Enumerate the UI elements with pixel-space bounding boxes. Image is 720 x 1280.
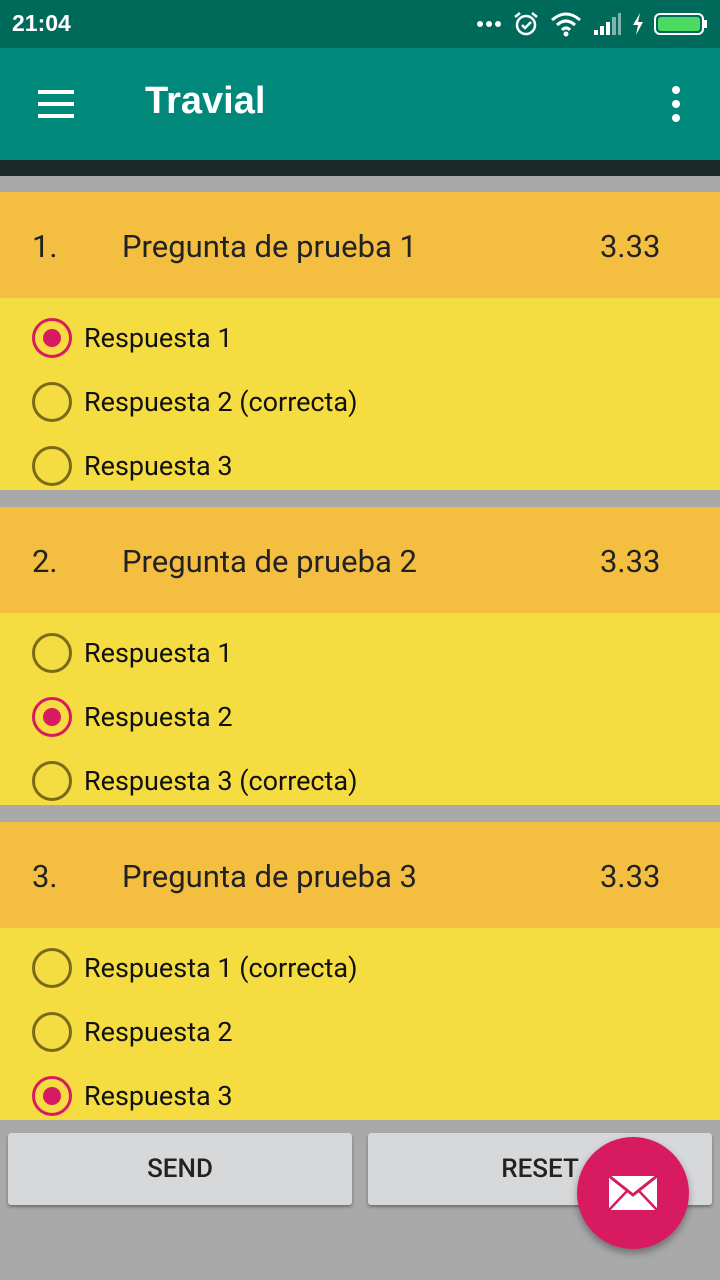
radio-button[interactable] [32, 761, 72, 801]
answer-option[interactable]: Respuesta 1 [0, 306, 720, 370]
answer-label[interactable]: Respuesta 1 (correcta) [84, 952, 357, 984]
answer-label[interactable]: Respuesta 3 [84, 1080, 233, 1112]
app-title: Travial [145, 80, 266, 122]
answer-option[interactable]: Respuesta 2 [0, 1000, 720, 1064]
menu-icon[interactable] [36, 84, 76, 124]
question-number: 3. [32, 858, 58, 895]
question-options: Respuesta 1 (correcta) Respuesta 2 Respu… [0, 928, 720, 1120]
question-options: Respuesta 1 Respuesta 2 Respuesta 3 (cor… [0, 613, 720, 805]
charging-icon [633, 13, 643, 35]
question-number: 1. [32, 228, 58, 265]
question-header: 3. Pregunta de prueba 3 3.33 [0, 822, 720, 928]
question-options: Respuesta 1 Respuesta 2 (correcta) Respu… [0, 298, 720, 490]
radio-button[interactable] [32, 1012, 72, 1052]
app-bar: Travial [0, 48, 720, 160]
answer-label[interactable]: Respuesta 1 [84, 637, 233, 669]
answer-option[interactable]: Respuesta 3 (correcta) [0, 749, 720, 813]
question-text: Pregunta de prueba 3 [122, 858, 417, 895]
more-options-icon[interactable] [664, 84, 688, 124]
question-card-1: 1. Pregunta de prueba 1 3.33 Respuesta 1… [0, 192, 720, 490]
question-score: 3.33 [600, 228, 661, 265]
question-number: 2. [32, 543, 58, 580]
question-text: Pregunta de prueba 1 [122, 228, 417, 265]
radio-button[interactable] [32, 633, 72, 673]
answer-label[interactable]: Respuesta 3 [84, 450, 233, 482]
radio-button[interactable] [32, 1076, 72, 1116]
answer-option[interactable]: Respuesta 1 (correcta) [0, 936, 720, 1000]
status-bar: 21:04 [0, 0, 720, 48]
answer-option[interactable]: Respuesta 2 [0, 685, 720, 749]
answer-label[interactable]: Respuesta 2 (correcta) [84, 386, 357, 418]
answer-label[interactable]: Respuesta 2 [84, 1016, 233, 1048]
answer-option[interactable]: Respuesta 2 (correcta) [0, 370, 720, 434]
answer-label[interactable]: Respuesta 1 [84, 322, 233, 354]
signal-icon [594, 13, 621, 35]
radio-button[interactable] [32, 697, 72, 737]
battery-icon [654, 13, 707, 35]
app-bar-shadow [0, 160, 720, 176]
mail-fab-button[interactable] [577, 1137, 689, 1249]
question-card-3: 3. Pregunta de prueba 3 3.33 Respuesta 1… [0, 822, 720, 1120]
answer-option[interactable]: Respuesta 3 [0, 1064, 720, 1128]
radio-button[interactable] [32, 382, 72, 422]
radio-button[interactable] [32, 318, 72, 358]
answer-option[interactable]: Respuesta 3 [0, 434, 720, 498]
answer-option[interactable]: Respuesta 1 [0, 621, 720, 685]
status-time: 21:04 [12, 10, 71, 36]
alarm-icon [514, 12, 538, 36]
radio-button[interactable] [32, 948, 72, 988]
radio-button[interactable] [32, 446, 72, 486]
question-header: 1. Pregunta de prueba 1 3.33 [0, 192, 720, 298]
mail-icon [608, 1175, 658, 1211]
answer-label[interactable]: Respuesta 3 (correcta) [84, 765, 357, 797]
send-button[interactable]: SEND [8, 1133, 352, 1205]
more-notifications-icon [477, 21, 501, 27]
question-header: 2. Pregunta de prueba 2 3.33 [0, 507, 720, 613]
wifi-icon [551, 12, 581, 37]
question-score: 3.33 [600, 858, 661, 895]
question-card-2: 2. Pregunta de prueba 2 3.33 Respuesta 1… [0, 507, 720, 805]
question-score: 3.33 [600, 543, 661, 580]
answer-label[interactable]: Respuesta 2 [84, 701, 233, 733]
status-icons [476, 8, 708, 40]
question-text: Pregunta de prueba 2 [122, 543, 417, 580]
